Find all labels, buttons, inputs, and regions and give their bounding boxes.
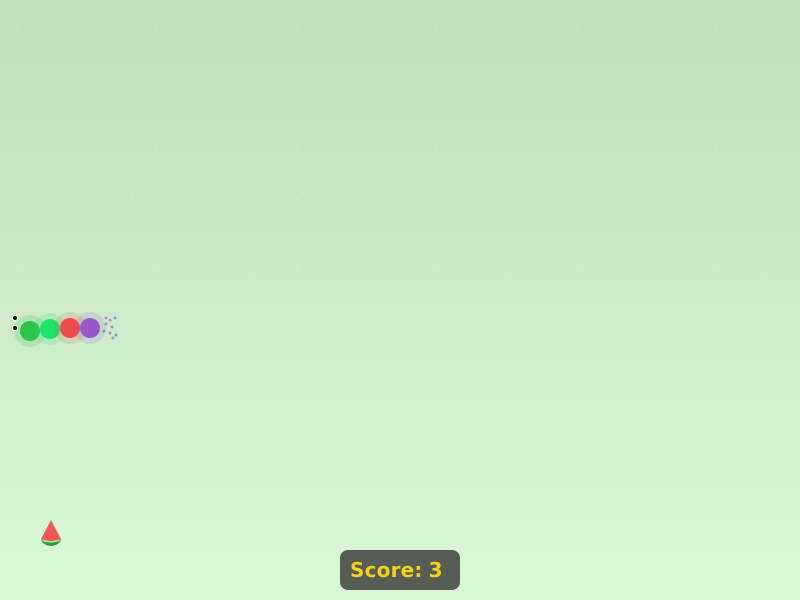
snake-segment-purple: [74, 312, 106, 344]
snake-trail-dot: [111, 336, 115, 340]
snake-eye-bottom: [12, 325, 18, 331]
snake-eye-top: [12, 315, 18, 321]
watermelon-slice-icon: [39, 519, 63, 547]
snake-trail-dot: [113, 316, 117, 320]
snake-trail-dot: [102, 329, 106, 333]
snake-trail-dot: [104, 316, 108, 320]
score-label: Score:: [350, 558, 423, 582]
snake-trail-dot: [114, 333, 118, 337]
snake-trail-dot: [110, 325, 114, 329]
score-display: Score: 3: [340, 550, 460, 590]
snake-trail-dot: [104, 322, 108, 326]
score-value: 3: [428, 558, 443, 582]
snake: [0, 0, 800, 600]
snake-trail-dot: [108, 318, 112, 322]
snake-trail-dot: [108, 331, 112, 335]
